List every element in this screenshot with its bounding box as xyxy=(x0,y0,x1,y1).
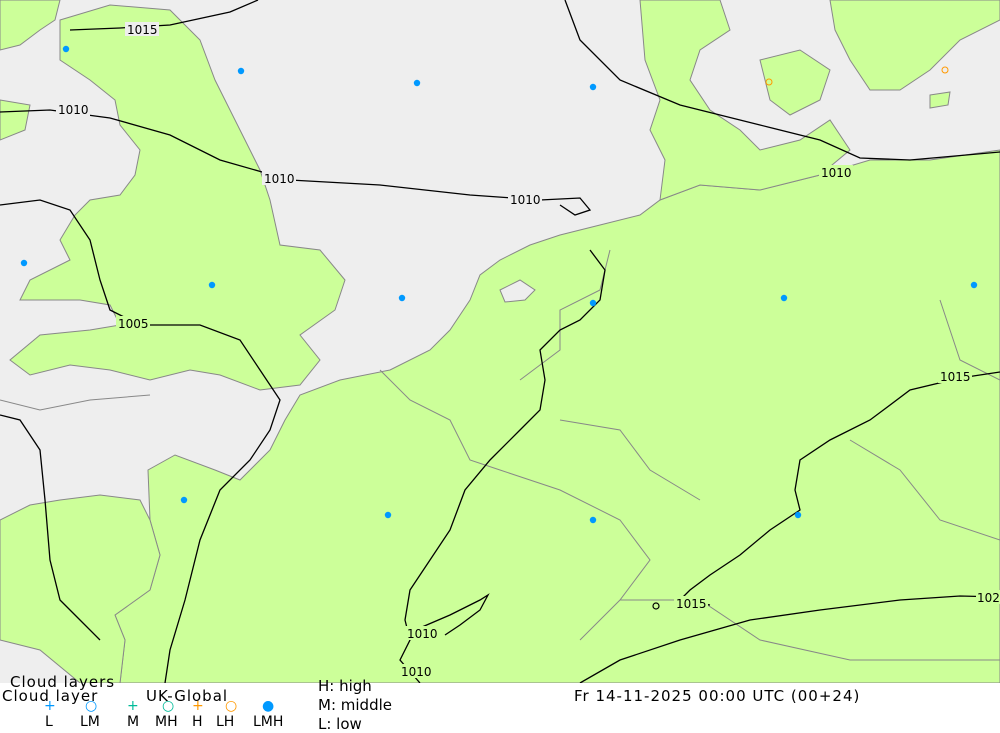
forecast-datetime: Fr 14-11-2025 00:00 UTC (00+24) xyxy=(574,687,861,705)
isobar-label: 1010 xyxy=(264,172,295,186)
lmh-marker xyxy=(794,511,802,519)
lmh-marker xyxy=(413,79,421,87)
plus-icon: + xyxy=(192,698,204,714)
lmh-marker xyxy=(180,496,188,504)
circle-icon: ○ xyxy=(162,698,175,714)
isobar-label: 1015 xyxy=(676,597,707,611)
lmh-marker xyxy=(20,259,28,267)
lmh-marker xyxy=(589,516,597,524)
high-key: H: high xyxy=(318,677,372,695)
isobar-label: 1010 xyxy=(821,166,852,180)
isobar-label: 1010 xyxy=(407,627,438,641)
legend-code: MH xyxy=(155,714,178,730)
legend-code: LH xyxy=(216,714,235,730)
baltic-island-land xyxy=(929,91,951,109)
low-key: L: low xyxy=(318,715,362,733)
model-name: UK-Global xyxy=(146,687,229,705)
lmh-marker xyxy=(589,299,597,307)
weather-map: 1015 1010 1010 1010 1010 1005 1015 1015 … xyxy=(0,0,1000,683)
plus-icon: + xyxy=(44,698,56,714)
isobar-label: 1010 xyxy=(58,103,89,117)
middle-key: M: middle xyxy=(318,696,392,714)
circle-icon: ○ xyxy=(85,698,98,714)
lmh-marker xyxy=(589,83,597,91)
lmh-marker xyxy=(62,45,70,53)
lmh-marker xyxy=(970,281,978,289)
isobar-label: 102 xyxy=(977,591,1000,605)
legend-code: LM xyxy=(80,714,100,730)
legend-code: L xyxy=(45,714,53,730)
circle-icon: ○ xyxy=(225,698,238,714)
isobar-label: 1015 xyxy=(127,23,158,37)
legend-code: H xyxy=(192,714,203,730)
footer-legend: Cloud layers Cloud layer UK-Global H: hi… xyxy=(0,673,1000,733)
plus-icon: + xyxy=(127,698,139,714)
legend-code: M xyxy=(127,714,140,730)
isobar-label: 1005 xyxy=(118,317,149,331)
lmh-marker xyxy=(384,511,392,519)
filled-circle-icon: ● xyxy=(262,698,275,714)
isobar-label: 1010 xyxy=(510,193,541,207)
isobar-label: 1015 xyxy=(940,370,971,384)
lmh-marker xyxy=(208,281,216,289)
legend-code: LMH xyxy=(253,714,284,730)
lmh-marker xyxy=(398,294,406,302)
isobar-label: 1010 xyxy=(401,665,432,679)
lmh-marker xyxy=(780,294,788,302)
lmh-marker xyxy=(237,67,245,75)
